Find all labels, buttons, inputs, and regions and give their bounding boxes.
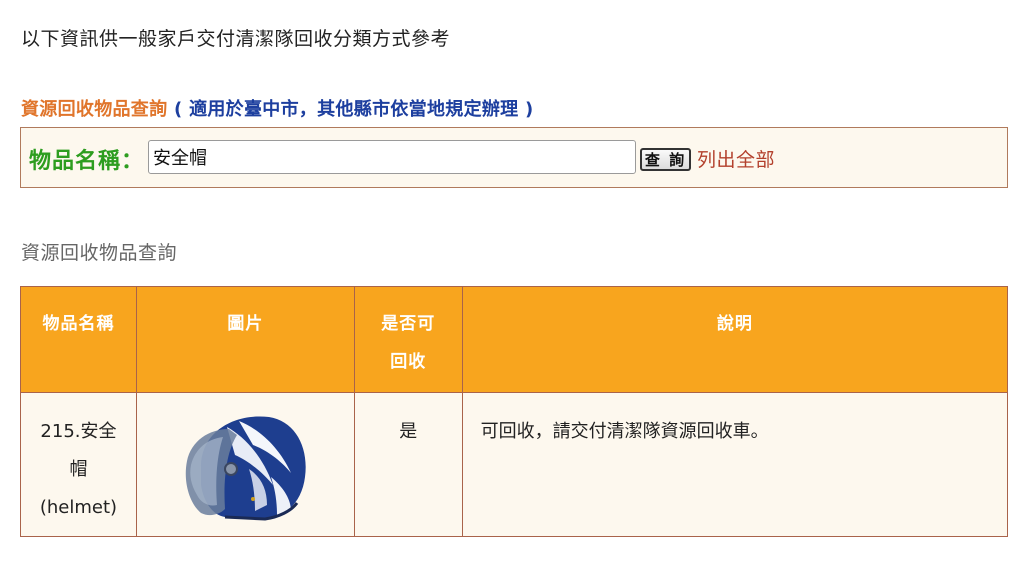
search-scope-note: ( 適用於臺中市，其他縣市依當地規定辦理 ) <box>173 99 534 120</box>
table-header-row: 物品名稱 圖片 是否可回收 說明 <box>20 286 1009 393</box>
cell-image <box>135 392 355 537</box>
item-name-input[interactable] <box>148 140 636 174</box>
results-table: 物品名稱 圖片 是否可 回收 說明 215.安全 帽 (helmet) 是 可回… <box>20 286 1009 537</box>
page: 以下資訊供一般家戶交付清潔隊回收分類方式參考 資源回收物品查詢 ( 適用於臺中市… <box>0 0 1024 569</box>
header-recyclable-line1: 是否可 <box>381 314 436 334</box>
cell-recyclable: 是 <box>353 392 463 537</box>
search-title: 資源回收物品查詢 <box>21 99 168 120</box>
search-button[interactable]: 查 詢 <box>640 148 691 171</box>
cell-item-name: 215.安全 帽 (helmet) <box>20 392 137 537</box>
helmet-image <box>186 416 307 521</box>
list-all-link[interactable]: 列出全部 <box>697 145 775 172</box>
header-image: 圖片 <box>135 286 355 393</box>
header-recyclable: 是否可 回收 <box>353 286 463 393</box>
cell-description: 可回收，請交付清潔隊資源回收車。 <box>461 392 1009 537</box>
header-recyclable-line2: 回收 <box>390 352 427 372</box>
item-name-line3: (helmet) <box>39 497 118 518</box>
item-name-line1: 215.安全 <box>40 421 117 442</box>
item-name-label: 物品名稱： <box>29 149 145 174</box>
item-name-line2: 帽 <box>69 459 88 480</box>
table-row: 215.安全 帽 (helmet) 是 可回收，請交付清潔隊資源回收車。 <box>20 392 1009 537</box>
search-section-title: 資源回收物品查詢 ( 適用於臺中市，其他縣市依當地規定辦理 ) <box>21 95 534 121</box>
header-description: 說明 <box>461 286 1009 393</box>
results-title: 資源回收物品查詢 <box>21 242 178 264</box>
search-panel: 物品名稱： 查 詢 列出全部 <box>20 127 1008 188</box>
header-item-name: 物品名稱 <box>20 286 137 393</box>
intro-text: 以下資訊供一般家戶交付清潔隊回收分類方式參考 <box>21 28 451 50</box>
